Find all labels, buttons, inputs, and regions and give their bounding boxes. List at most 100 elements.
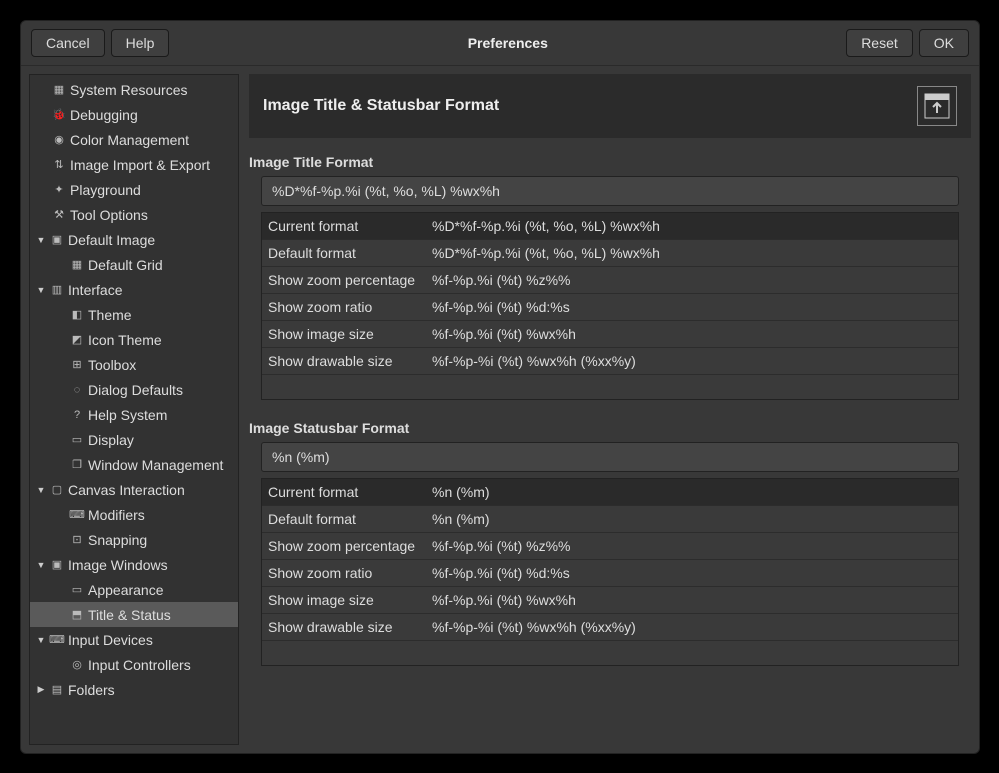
page-title: Image Title & Statusbar Format [263, 97, 917, 115]
tree-item[interactable]: ◩Icon Theme [30, 327, 238, 352]
statusbar-format-input[interactable] [261, 442, 959, 472]
tree-item[interactable]: ⊞Toolbox [30, 352, 238, 377]
title-status-page-icon [917, 86, 957, 126]
format-row[interactable]: Show image size%f-%p.%i (%t) %wx%h [262, 321, 958, 348]
format-row[interactable]: Current format%D*%f-%p.%i (%t, %o, %L) %… [262, 213, 958, 240]
format-value: %f-%p-%i (%t) %wx%h (%xx%y) [432, 619, 952, 635]
format-value: %f-%p.%i (%t) %z%% [432, 538, 952, 554]
tree-item-label: Title & Status [88, 607, 171, 623]
format-row[interactable]: Current format%n (%m) [262, 479, 958, 506]
format-name: Current format [268, 218, 432, 234]
tree-item[interactable]: ◧Theme [30, 302, 238, 327]
tree-item-label: Input Devices [68, 632, 153, 648]
tree-item[interactable]: ▼▣Image Windows [30, 552, 238, 577]
title-status-icon: ⬒ [68, 607, 86, 623]
format-row[interactable]: Show zoom ratio%f-%p.%i (%t) %d:%s [262, 560, 958, 587]
preferences-dialog: Cancel Help Preferences Reset OK ▦System… [20, 20, 980, 754]
expand-arrow-icon[interactable]: ▶ [34, 684, 48, 695]
statusbar-format-list[interactable]: Current format%n (%m)Default format%n (%… [261, 478, 959, 666]
format-value: %f-%p.%i (%t) %d:%s [432, 299, 952, 315]
format-name: Show drawable size [268, 353, 432, 369]
tree-item-label: Input Controllers [88, 657, 191, 673]
tree-item[interactable]: ⬒Title & Status [30, 602, 238, 627]
tree-item[interactable]: ▼▥Interface [30, 277, 238, 302]
tool-options-icon: ⚒ [50, 207, 68, 223]
tree-item[interactable]: ▭Display [30, 427, 238, 452]
tree-item[interactable]: ⌨Modifiers [30, 502, 238, 527]
tree-item[interactable]: ▭Appearance [30, 577, 238, 602]
image-icon: ▣ [48, 232, 66, 248]
title-format-section-label: Image Title Format [249, 154, 971, 170]
reset-button[interactable]: Reset [846, 29, 913, 57]
tree-item-label: Toolbox [88, 357, 136, 373]
tree-item[interactable]: ▶▤Folders [30, 677, 238, 702]
format-row[interactable]: Default format%D*%f-%p.%i (%t, %o, %L) %… [262, 240, 958, 267]
expand-arrow-icon[interactable]: ▼ [34, 560, 48, 570]
category-tree[interactable]: ▦System Resources🐞Debugging◉Color Manage… [29, 74, 239, 745]
expand-arrow-icon[interactable]: ▼ [34, 285, 48, 295]
tree-item[interactable]: ◌Dialog Defaults [30, 377, 238, 402]
tree-item-label: Help System [88, 407, 167, 423]
tree-item-label: Modifiers [88, 507, 145, 523]
title-format-list[interactable]: Current format%D*%f-%p.%i (%t, %o, %L) %… [261, 212, 959, 400]
ok-button[interactable]: OK [919, 29, 969, 57]
cancel-button[interactable]: Cancel [31, 29, 105, 57]
tree-item[interactable]: ⇅Image Import & Export [30, 152, 238, 177]
format-row[interactable]: Show zoom percentage%f-%p.%i (%t) %z%% [262, 267, 958, 294]
tree-item[interactable]: ❐Window Management [30, 452, 238, 477]
playground-icon: ✦ [50, 182, 68, 198]
tree-item[interactable]: ▼⌨Input Devices [30, 627, 238, 652]
format-value: %D*%f-%p.%i (%t, %o, %L) %wx%h [432, 218, 952, 234]
display-icon: ▭ [68, 432, 86, 448]
tree-item[interactable]: 🐞Debugging [30, 102, 238, 127]
format-row[interactable]: Show drawable size%f-%p-%i (%t) %wx%h (%… [262, 348, 958, 375]
help-button[interactable]: Help [111, 29, 170, 57]
tree-item-label: Default Image [68, 232, 155, 248]
format-value: %n (%m) [432, 511, 952, 527]
tree-item[interactable]: ▦System Resources [30, 77, 238, 102]
format-name: Show image size [268, 592, 432, 608]
expand-arrow-icon[interactable]: ▼ [34, 635, 48, 645]
input-devices-icon: ⌨ [48, 632, 66, 648]
format-row[interactable]: Show zoom ratio%f-%p.%i (%t) %d:%s [262, 294, 958, 321]
tree-item[interactable]: ◎Input Controllers [30, 652, 238, 677]
tree-item[interactable]: ?Help System [30, 402, 238, 427]
controllers-icon: ◎ [68, 657, 86, 673]
format-name: Show zoom percentage [268, 538, 432, 554]
icon-theme-icon: ◩ [68, 332, 86, 348]
tree-item[interactable]: ▼▣Default Image [30, 227, 238, 252]
expand-arrow-icon[interactable]: ▼ [34, 485, 48, 495]
tree-item-label: Image Windows [68, 557, 168, 573]
content-pane: Image Title & Statusbar Format Image Tit… [249, 74, 971, 745]
format-row[interactable]: Show drawable size%f-%p-%i (%t) %wx%h (%… [262, 614, 958, 641]
tree-item[interactable]: ◉Color Management [30, 127, 238, 152]
tree-item[interactable]: ▼▢Canvas Interaction [30, 477, 238, 502]
import-export-icon: ⇅ [50, 157, 68, 173]
tree-item-label: Playground [70, 182, 141, 198]
format-row[interactable]: Show image size%f-%p.%i (%t) %wx%h [262, 587, 958, 614]
tree-item-label: Icon Theme [88, 332, 162, 348]
tree-item-label: Window Management [88, 457, 223, 473]
format-row[interactable]: Show zoom percentage%f-%p.%i (%t) %z%% [262, 533, 958, 560]
image-windows-icon: ▣ [48, 557, 66, 573]
title-format-input[interactable] [261, 176, 959, 206]
tree-item[interactable]: ⚒Tool Options [30, 202, 238, 227]
grid-icon: ▦ [68, 257, 86, 273]
tree-item[interactable]: ✦Playground [30, 177, 238, 202]
format-row[interactable]: Default format%n (%m) [262, 506, 958, 533]
tree-item-label: Folders [68, 682, 115, 698]
statusbar-format-section-label: Image Statusbar Format [249, 420, 971, 436]
expand-arrow-icon[interactable]: ▼ [34, 235, 48, 245]
tree-item[interactable]: ▦Default Grid [30, 252, 238, 277]
format-name: Show image size [268, 326, 432, 342]
format-value: %n (%m) [432, 484, 952, 500]
format-name: Current format [268, 484, 432, 500]
format-name: Default format [268, 511, 432, 527]
bug-icon: 🐞 [50, 107, 68, 123]
format-value: %f-%p.%i (%t) %z%% [432, 272, 952, 288]
tree-item-label: Theme [88, 307, 132, 323]
format-name: Default format [268, 245, 432, 261]
format-value: %D*%f-%p.%i (%t, %o, %L) %wx%h [432, 245, 952, 261]
folders-icon: ▤ [48, 682, 66, 698]
tree-item[interactable]: ⊡Snapping [30, 527, 238, 552]
